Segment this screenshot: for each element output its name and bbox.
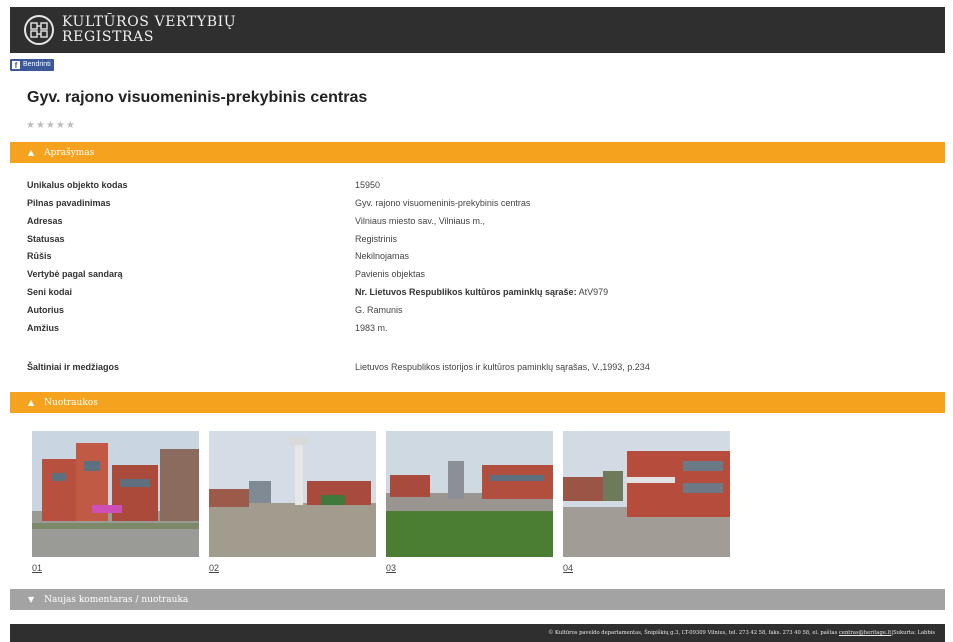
photo-thumbnail[interactable] bbox=[32, 431, 199, 557]
section-toggle-description[interactable]: ▲ Aprašymas bbox=[10, 142, 945, 163]
detail-label: Vertybė pagal sandarą bbox=[27, 269, 123, 279]
detail-value: Nekilnojamas bbox=[355, 251, 410, 261]
detail-label: Seni kodai bbox=[27, 287, 73, 297]
photo-image bbox=[32, 431, 199, 557]
photo-thumbnail[interactable] bbox=[386, 431, 553, 557]
logo-glyph bbox=[30, 22, 48, 38]
detail-value: 15950 bbox=[355, 180, 381, 190]
brand-line-1: KULTŪROS VERTYBIŲ bbox=[62, 14, 237, 30]
facebook-icon: f bbox=[12, 61, 20, 70]
photo-link[interactable]: 02 bbox=[209, 563, 219, 573]
photo-image bbox=[386, 431, 553, 557]
detail-label: Pilnas pavadinimas bbox=[27, 198, 111, 208]
photo-link[interactable]: 01 bbox=[32, 563, 42, 573]
photo-thumbnail[interactable] bbox=[209, 431, 376, 557]
detail-label: Unikalus objekto kodas bbox=[27, 180, 128, 190]
photo-link[interactable]: 04 bbox=[563, 563, 573, 573]
registry-logo-icon[interactable] bbox=[24, 15, 54, 45]
detail-value: Pavienis objektas bbox=[355, 269, 426, 279]
footer-credits[interactable]: Sukurta: Labbis bbox=[893, 630, 935, 636]
detail-value: Registrinis bbox=[355, 234, 398, 244]
detail-label: Autorius bbox=[27, 305, 64, 315]
section-toggle-photos[interactable]: ▲ Nuotraukos bbox=[10, 392, 945, 413]
section-title: Nuotraukos bbox=[44, 397, 98, 408]
detail-value: Vilniaus miesto sav., Vilniaus m., bbox=[355, 216, 486, 226]
detail-value: Gyv. rajono visuomeninis-prekybinis cent… bbox=[355, 198, 531, 208]
collapse-arrow-icon: ▲ bbox=[28, 398, 35, 407]
sources-label: Šaltiniai ir medžiagos bbox=[27, 362, 120, 372]
detail-label: Adresas bbox=[27, 216, 63, 226]
collapse-arrow-icon: ▲ bbox=[28, 148, 35, 157]
old-codes-value: AtV979 bbox=[578, 287, 609, 297]
detail-value-old-codes: Nr. Lietuvos Respublikos kultūros pamink… bbox=[355, 287, 608, 297]
page-title: Gyv. rajono visuomeninis-prekybinis cent… bbox=[27, 89, 368, 106]
section-title: Naujas komentaras / nuotrauka bbox=[44, 594, 189, 605]
footer-email-link[interactable]: centras@heritage.lt bbox=[839, 630, 891, 636]
photo-link[interactable]: 03 bbox=[386, 563, 396, 573]
site-header: KULTŪROS VERTYBIŲ REGISTRAS bbox=[10, 7, 945, 53]
photo-image bbox=[209, 431, 376, 557]
detail-label: Statusas bbox=[27, 234, 65, 244]
expand-arrow-icon: ▼ bbox=[28, 595, 35, 604]
detail-value: 1983 m. bbox=[355, 323, 388, 333]
photo-image bbox=[563, 431, 730, 557]
site-brand[interactable]: KULTŪROS VERTYBIŲ REGISTRAS bbox=[62, 15, 236, 45]
section-toggle-new-comment[interactable]: ▼ Naujas komentaras / nuotrauka bbox=[10, 589, 945, 610]
old-codes-prefix: Nr. Lietuvos Respublikos kultūros pamink… bbox=[355, 287, 577, 297]
detail-value: G. Ramunis bbox=[355, 305, 403, 315]
footer-contact: © Kultūros paveldo departamentas, Šnipiš… bbox=[548, 630, 838, 636]
facebook-share-button[interactable]: f Bendrinti bbox=[10, 59, 54, 71]
section-title: Aprašymas bbox=[44, 147, 95, 158]
detail-label: Rūšis bbox=[27, 251, 52, 261]
brand-line-2: REGISTRAS bbox=[62, 29, 155, 45]
photo-thumbnail[interactable] bbox=[563, 431, 730, 557]
site-footer: © Kultūros paveldo departamentas, Šnipiš… bbox=[10, 624, 945, 642]
share-label: Bendrinti bbox=[23, 61, 51, 68]
rating-stars[interactable]: ★★★★★ bbox=[26, 120, 76, 131]
detail-label: Amžius bbox=[27, 323, 60, 333]
sources-value: Lietuvos Respublikos istorijos ir kultūr… bbox=[355, 362, 650, 372]
